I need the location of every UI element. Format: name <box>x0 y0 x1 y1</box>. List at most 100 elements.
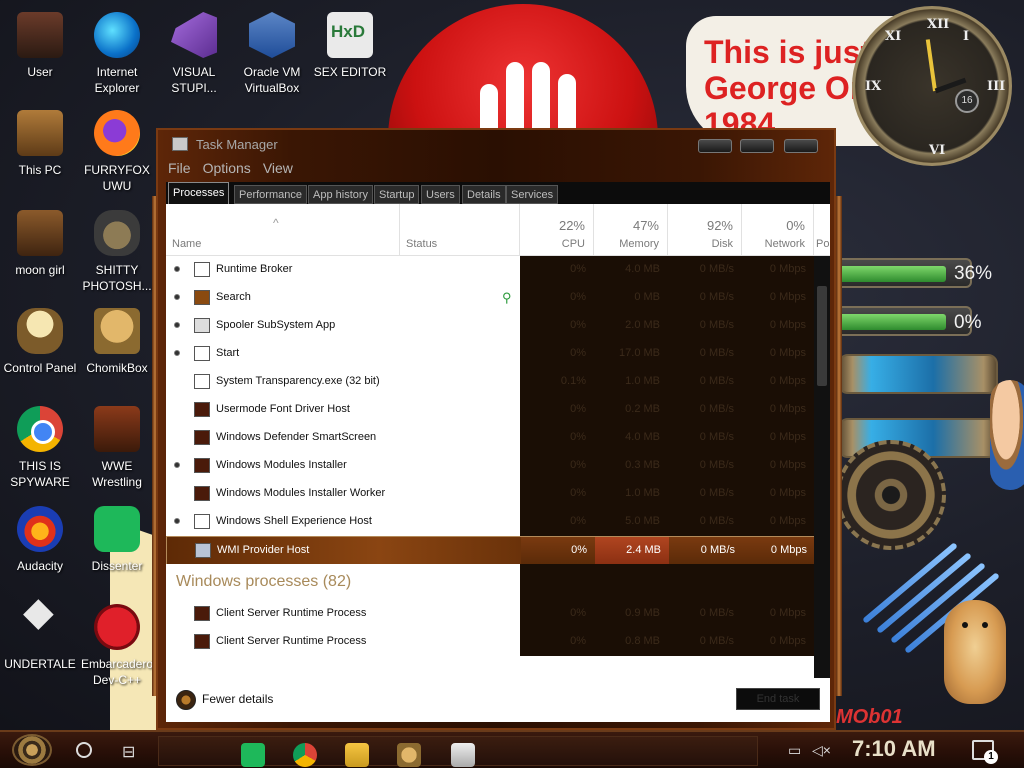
task-view-icon[interactable]: ⊟ <box>122 742 135 762</box>
search-icon[interactable] <box>76 742 92 758</box>
expand-arrow-icon[interactable] <box>174 294 180 300</box>
group-header-row[interactable]: Windows processes (82) <box>166 564 814 600</box>
chomikbox-icon[interactable] <box>397 743 421 767</box>
dissenter-icon[interactable] <box>241 743 265 767</box>
menu-file[interactable]: File <box>168 160 191 176</box>
chrome-icon[interactable] <box>293 743 317 767</box>
table-row[interactable]: Runtime Broker 0% 4.0 MB 0 MB/s 0 Mbps <box>166 256 814 284</box>
process-network-value: 0 Mbps <box>769 459 806 471</box>
this-pc-icon <box>17 110 63 156</box>
desktop-icon-user[interactable]: User <box>0 12 80 80</box>
process-name-cell[interactable]: Spooler SubSystem App <box>166 312 520 340</box>
process-name-cell[interactable]: Windows Shell Experience Host <box>166 508 520 536</box>
desktop-icon-wwe[interactable]: WWE Wrestling <box>77 406 157 490</box>
tab-app-history[interactable]: App history <box>308 185 374 204</box>
task-manager-window[interactable]: Task Manager File Options View Processes P… <box>156 128 836 730</box>
cartoon-face-decoration <box>990 380 1024 490</box>
desktop-icon-moon-girl[interactable]: moon girl <box>0 210 80 278</box>
tab-services[interactable]: Services <box>506 185 559 204</box>
column-name[interactable]: ^ Name <box>166 204 400 256</box>
process-name-cell[interactable]: Usermode Font Driver Host <box>166 396 520 424</box>
expand-arrow-icon[interactable] <box>174 350 180 356</box>
process-name-cell[interactable]: Start <box>166 340 520 368</box>
process-disk-cell: 0 MB/s <box>669 537 743 565</box>
desktop-icon-visual-studio[interactable]: VISUAL STUPI... <box>154 12 234 96</box>
process-name-cell[interactable]: Windows Modules Installer Worker <box>166 480 520 508</box>
desktop-icon-devcpp[interactable]: Embarcadero Dev-C++ <box>77 604 157 688</box>
process-memory-cell: 2.0 MB <box>594 312 668 340</box>
table-row[interactable]: Windows Modules Installer 0% 0.3 MB 0 MB/s 0… <box>166 452 814 480</box>
minimize-button[interactable] <box>698 139 732 153</box>
menu-bar: File Options View <box>168 160 305 180</box>
expand-arrow-icon[interactable] <box>174 322 180 328</box>
table-row-selected[interactable]: WMI Provider Host 0% 2.4 MB 0 MB/s 0 Mbps <box>166 536 815 565</box>
table-row[interactable]: Client Server Runtime Process 0% 0.8 MB 0 M… <box>166 628 814 656</box>
table-row[interactable]: System Transparency.exe (32 bit) 0.1% 1.0 … <box>166 368 814 396</box>
process-name-cell[interactable]: Windows Defender SmartScreen <box>166 424 520 452</box>
column-disk[interactable]: 92% Disk <box>668 204 742 256</box>
desktop-icon-chomikbox[interactable]: ChomikBox <box>77 308 157 376</box>
taskbar-clock[interactable]: 7:10 AM <box>852 736 936 762</box>
volume-muted-icon[interactable]: ◁× <box>812 742 831 759</box>
tab-processes[interactable]: Processes <box>168 182 230 204</box>
close-button[interactable] <box>784 139 818 153</box>
process-name-cell[interactable]: Client Server Runtime Process <box>166 628 520 656</box>
table-row[interactable]: Windows Modules Installer Worker 0% 1.0 MB… <box>166 480 814 508</box>
fewer-details-link[interactable]: Fewer details <box>202 692 273 706</box>
desktop-icon-internet-explorer[interactable]: Internet Explorer <box>77 12 157 96</box>
file-explorer-icon[interactable] <box>345 743 369 767</box>
tab-details[interactable]: Details <box>462 185 506 204</box>
scrollbar-thumb[interactable] <box>817 286 827 386</box>
column-memory[interactable]: 47% Memory <box>594 204 668 256</box>
column-power[interactable]: Po <box>814 204 830 256</box>
column-cpu[interactable]: 22% CPU <box>520 204 594 256</box>
table-row[interactable]: Client Server Runtime Process 0% 0.9 MB 0 M… <box>166 600 814 628</box>
desktop-icon-control-panel[interactable]: Control Panel <box>0 308 80 376</box>
table-row[interactable]: Start 0% 17.0 MB 0 MB/s 0 Mbps <box>166 340 814 368</box>
tab-startup[interactable]: Startup <box>374 185 420 204</box>
column-network[interactable]: 0% Network <box>742 204 814 256</box>
cat-icon[interactable] <box>451 743 475 767</box>
table-row[interactable]: Windows Defender SmartScreen 0% 4.0 MB 0 MB… <box>166 424 814 452</box>
menu-view[interactable]: View <box>263 160 293 176</box>
process-name-cell[interactable]: Search ⚲ <box>166 284 520 312</box>
steampunk-clock-widget: XII III VI IX I XI 16 <box>852 6 1012 166</box>
desktop-icon-this-pc[interactable]: This PC <box>0 110 80 178</box>
fewer-details-icon[interactable] <box>176 690 196 710</box>
end-task-button[interactable]: End task <box>736 688 820 710</box>
expand-arrow-icon[interactable] <box>174 518 180 524</box>
tab-users[interactable]: Users <box>421 185 460 204</box>
column-status[interactable]: Status <box>400 204 520 256</box>
table-row[interactable]: Spooler SubSystem App 0% 2.0 MB 0 MB/s 0 Mbp… <box>166 312 814 340</box>
desktop-icon-virtualbox[interactable]: Oracle VM VirtualBox <box>232 12 312 96</box>
desktop-icon-audacity[interactable]: Audacity <box>0 506 80 574</box>
expand-arrow-icon[interactable] <box>174 462 180 468</box>
desktop-icon-gimp[interactable]: SHITTY PHOTOSH... <box>77 210 157 294</box>
desktop-icon-undertale[interactable]: UNDERTALE <box>0 604 80 672</box>
process-network-value: 0 Mbps <box>769 515 806 527</box>
process-name-cell[interactable]: System Transparency.exe (32 bit) <box>166 368 520 396</box>
tab-performance[interactable]: Performance <box>234 185 307 204</box>
vertical-scrollbar[interactable] <box>814 256 830 684</box>
table-row[interactable]: Windows Shell Experience Host 0% 5.0 MB 0 M… <box>166 508 814 536</box>
process-name-cell[interactable]: Runtime Broker <box>166 256 520 284</box>
network-icon[interactable]: ▭ <box>788 742 801 759</box>
table-row[interactable]: Search ⚲ 0% 0 MB 0 MB/s 0 Mbps <box>166 284 814 312</box>
start-button[interactable] <box>12 734 52 766</box>
desktop-icon-chrome[interactable]: THIS IS SPYWARE <box>0 406 80 490</box>
desktop-icon-dissenter[interactable]: Dissenter <box>77 506 157 574</box>
steam-tube-1 <box>838 354 998 394</box>
expand-arrow-icon[interactable] <box>174 266 180 272</box>
table-row[interactable]: Usermode Font Driver Host 0% 0.2 MB 0 MB/s 0… <box>166 396 814 424</box>
desktop-icon-hex-editor[interactable]: SEX EDITOR <box>310 12 390 80</box>
menu-options[interactable]: Options <box>203 160 251 176</box>
process-network-cell: 0 Mbps <box>742 340 814 368</box>
maximize-button[interactable] <box>740 139 774 153</box>
process-memory-cell: 0.2 MB <box>594 396 668 424</box>
title-bar[interactable]: Task Manager <box>158 130 834 158</box>
memory-gauge <box>832 306 972 336</box>
process-name-cell[interactable]: Client Server Runtime Process <box>166 600 520 628</box>
desktop-icon-firefox[interactable]: FURRYFOX UWU <box>77 110 157 194</box>
process-name-cell[interactable]: Windows Modules Installer <box>166 452 520 480</box>
process-name-cell[interactable]: WMI Provider Host <box>167 537 521 565</box>
